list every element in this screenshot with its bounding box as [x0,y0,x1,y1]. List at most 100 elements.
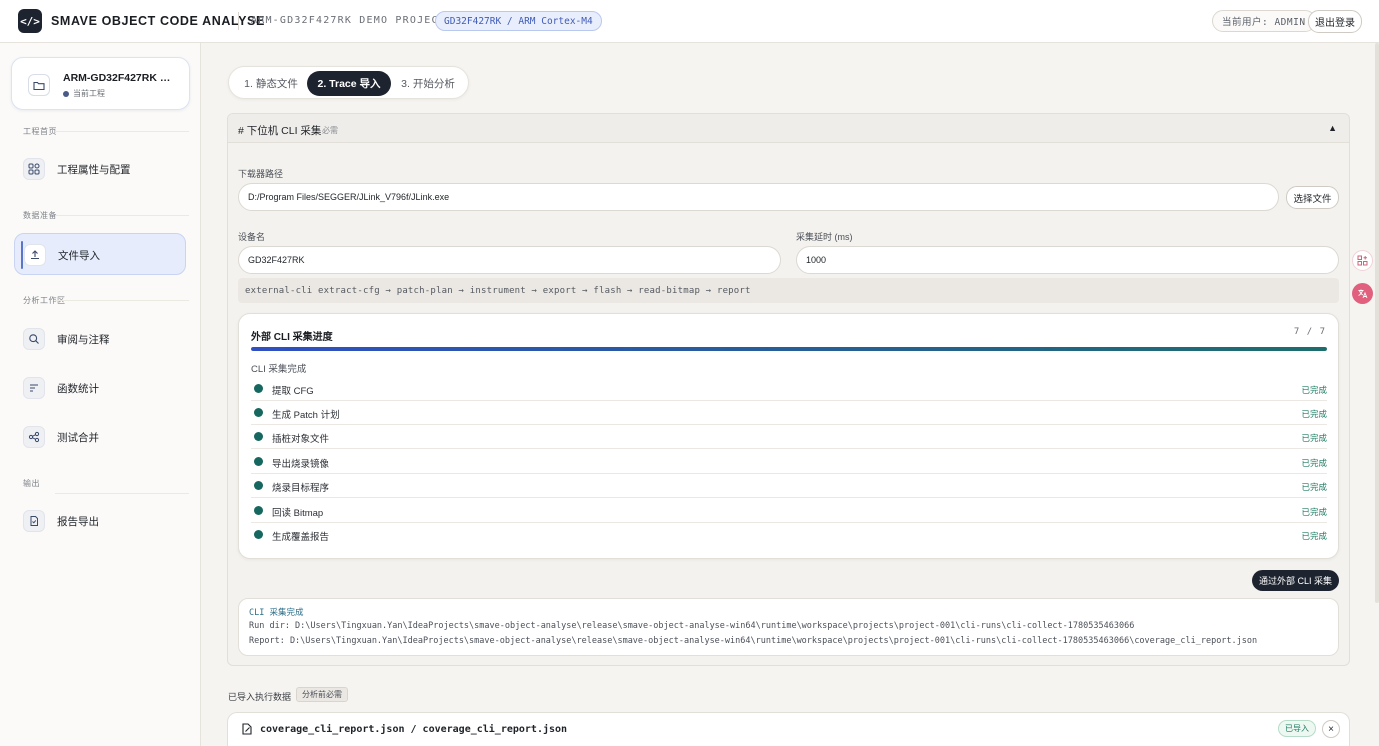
step-status-dot-icon [254,530,263,539]
panel-header[interactable]: # 下位机 CLI 采集 必需 ▲ [228,114,1349,143]
page-scrollbar[interactable] [1375,43,1379,603]
folder-icon [28,74,50,96]
sidebar-item-report-export[interactable]: 报告导出 [14,500,186,542]
imported-file-name: coverage_cli_report.json / coverage_cli_… [260,724,568,735]
sidebar-item-file-import[interactable]: 文件导入 [14,233,186,275]
sidebar: ARM-GD32F427RK D... 当前工程 工程首页 工程属性与配置 数据… [0,43,201,746]
step-state: 已完成 [1301,385,1327,395]
progress-step: 导出烧录镜像 已完成 [251,450,1327,474]
choose-file-button[interactable]: 选择文件 [1286,186,1339,209]
share-icon [23,426,45,448]
device-name-label: 设备名 [238,232,266,242]
sidebar-item-project-settings[interactable]: 工程属性与配置 [14,148,186,190]
progress-title: 外部 CLI 采集进度 [251,332,333,343]
project-card-title: ARM-GD32F427RK D... [63,72,173,84]
grid-settings-icon [23,158,45,180]
floating-tool-icon[interactable] [1352,250,1373,271]
progress-status: CLI 采集完成 [251,364,307,375]
cli-progress-card: 外部 CLI 采集进度 7 / 7 CLI 采集完成 提取 CFG 已完成 生成… [238,313,1339,559]
project-card[interactable]: ARM-GD32F427RK D... 当前工程 [11,57,190,110]
section-divider [55,131,189,132]
log-status-line: CLI 采集完成 [249,608,304,618]
progress-step: 生成覆盖报告 已完成 [251,523,1327,547]
project-name: ARM-GD32F427RK DEMO PROJECT [251,15,446,26]
progress-step: 生成 Patch 计划 已完成 [251,401,1327,425]
progress-step: 提取 CFG 已完成 [251,377,1327,401]
step-state: 已完成 [1301,458,1327,468]
translate-icon[interactable] [1352,283,1373,304]
progress-bar-fill [251,347,1327,351]
remove-file-button[interactable]: × [1322,720,1340,738]
section-divider [55,493,189,494]
tab-static-files[interactable]: 1. 静态文件 [235,71,307,96]
collect-delay-input[interactable]: 1000 [796,246,1339,274]
target-chip: GD32F427RK / ARM Cortex-M4 [435,11,602,31]
document-icon [23,510,45,532]
step-label: 生成覆盖报告 [272,532,330,543]
required-tag: 必需 [322,126,338,135]
step-label: 生成 Patch 计划 [272,410,340,421]
step-state: 已完成 [1301,409,1327,419]
step-status-dot-icon [254,432,263,441]
section-label-output: 输出 [23,479,40,488]
step-state: 已完成 [1301,433,1327,443]
step-status-dot-icon [254,408,263,417]
tab-start-analysis[interactable]: 3. 开始分析 [393,71,463,96]
progress-step: 回读 Bitmap 已完成 [251,499,1327,523]
step-label: 回读 Bitmap [272,508,324,519]
log-report-line: Report: D:\Users\Tingxuan.Yan\IdeaProjec… [249,636,1258,646]
cli-log-output: CLI 采集完成 Run dir: D:\Users\Tingxuan.Yan\… [238,598,1339,656]
imported-file-row: coverage_cli_report.json / coverage_cli_… [227,712,1350,746]
step-state: 已完成 [1301,507,1327,517]
sidebar-item-label: 报告导出 [57,516,99,528]
downloader-path-input[interactable]: D:/Program Files/SEGGER/JLink_V796f/JLin… [238,183,1279,211]
imported-data-label: 已导入执行数据 [228,692,292,702]
sidebar-item-test-merge[interactable]: 测试合并 [14,416,186,458]
header-divider [238,12,239,30]
section-label-data-prep: 数据准备 [23,211,57,220]
step-state: 已完成 [1301,531,1327,541]
tab-trace-import[interactable]: 2. Trace 导入 [307,71,391,96]
top-header: </> SMAVE OBJECT CODE ANALYSE ARM-GD32F4… [0,0,1379,43]
step-label: 导出烧录镜像 [272,459,330,470]
collect-delay-label: 采集延时 (ms) [796,232,853,242]
current-user-chip: 当前用户: ADMIN [1212,10,1316,32]
section-divider [55,215,189,216]
step-status-dot-icon [254,506,263,515]
panel-title: # 下位机 CLI 采集 [238,125,322,137]
step-status-dot-icon [254,457,263,466]
list-icon [23,377,45,399]
imported-status-badge: 已导入 [1278,720,1316,737]
step-label: 提取 CFG [272,386,314,397]
progress-step: 插桩对象文件 已完成 [251,425,1327,449]
device-name-input[interactable]: GD32F427RK [238,246,781,274]
step-label: 插桩对象文件 [272,434,330,445]
sidebar-item-label: 工程属性与配置 [57,164,131,176]
log-run-dir-line: Run dir: D:\Users\Tingxuan.Yan\IdeaProje… [249,621,1135,631]
upload-icon [24,244,46,266]
progress-bar [251,347,1327,351]
sidebar-item-function-stats[interactable]: 函数统计 [14,367,186,409]
step-status-dot-icon [254,481,263,490]
progress-step: 烧录目标程序 已完成 [251,474,1327,498]
app-title: SMAVE OBJECT CODE ANALYSE [51,14,265,28]
collect-via-cli-button[interactable]: 通过外部 CLI 采集 [1252,570,1339,591]
progress-count: 7 / 7 [1293,327,1326,337]
sidebar-item-label: 审阅与注释 [57,334,110,346]
sidebar-item-review[interactable]: 审阅与注释 [14,318,186,360]
collapse-caret-icon[interactable]: ▲ [1328,123,1337,133]
logout-button[interactable]: 退出登录 [1308,10,1362,33]
sidebar-item-label: 函数统计 [57,383,99,395]
search-icon [23,328,45,350]
step-state: 已完成 [1301,482,1327,492]
section-divider [55,300,189,301]
section-label-home: 工程首页 [23,127,57,136]
downloader-path-label: 下载器路径 [238,169,284,179]
file-import-icon [240,722,254,739]
app-logo-icon: </> [18,9,42,33]
sidebar-item-label: 文件导入 [58,250,100,262]
step-label: 烧录目标程序 [272,483,330,494]
step-tabs: 1. 静态文件 2. Trace 导入 3. 开始分析 [228,66,469,99]
project-card-subtitle: 当前工程 [63,88,105,99]
pipeline-command: external-cli extract-cfg → patch-plan → … [238,278,1339,303]
